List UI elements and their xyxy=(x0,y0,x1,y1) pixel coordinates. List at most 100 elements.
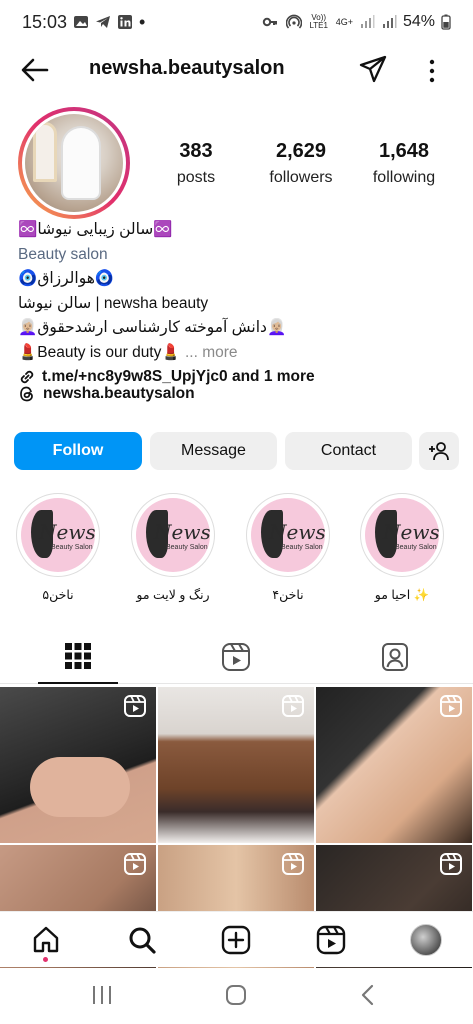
nav-create[interactable] xyxy=(220,924,252,956)
more-vertical-icon[interactable] xyxy=(424,56,440,86)
reel-badge-icon xyxy=(124,695,146,717)
highlight-ring: Newsha Beauty Salon xyxy=(246,493,330,577)
post-thumbnail-3[interactable] xyxy=(316,687,472,843)
bio-more-link[interactable]: ... more xyxy=(185,344,238,361)
profile-header: newsha.beautysalon xyxy=(0,48,473,92)
hotspot-icon xyxy=(285,14,302,29)
followers-count: 2,629 xyxy=(275,140,327,162)
highlight-ring: Newsha Beauty Salon xyxy=(16,493,100,577)
reel-badge-icon xyxy=(440,695,462,717)
status-time: 15:03 xyxy=(22,11,68,32)
reels-icon xyxy=(222,643,250,671)
highlight-brand: Newsha xyxy=(154,520,210,544)
gallery-icon xyxy=(74,16,89,28)
link-icon xyxy=(20,371,34,384)
bio-line-3: 👩🏼‍🦳دانش آموخته کارشناسی ارشدحقوق👩🏼‍🦳 xyxy=(18,319,287,336)
tagged-icon xyxy=(382,643,408,671)
home-icon xyxy=(33,926,59,953)
highlight-brand: Newsha xyxy=(269,520,325,544)
highlight-sub: Beauty Salon xyxy=(281,544,323,551)
profile-bio: ♾️سالن زیبایی نیوشا♾️ Beauty salon 🧿هوال… xyxy=(18,218,458,390)
avatar-figure xyxy=(63,128,99,198)
bio-line-1: 🧿هوالرزاق🧿 xyxy=(18,270,115,287)
highlight-sub: Beauty Salon xyxy=(166,544,208,551)
profile-avatar[interactable] xyxy=(410,924,442,956)
create-icon xyxy=(221,925,251,955)
following-label: following xyxy=(372,169,436,186)
active-tab-indicator xyxy=(38,682,118,684)
key-icon xyxy=(262,17,277,27)
bio-line-4: 💄Beauty is our duty💄 xyxy=(18,343,181,361)
dot-icon: • xyxy=(139,11,146,32)
send-icon[interactable] xyxy=(358,54,388,84)
battery-percent: 54% xyxy=(402,13,435,30)
contact-button[interactable]: Contact xyxy=(285,432,412,470)
highlight-cover: Newsha Beauty Salon xyxy=(365,498,439,572)
posts-label: posts xyxy=(176,169,216,186)
tab-reels[interactable] xyxy=(216,642,256,676)
hand-shape xyxy=(30,757,130,817)
threads-icon xyxy=(20,386,33,402)
highlight-sub: Beauty Salon xyxy=(51,544,93,551)
highlight-label: ناخن۴ xyxy=(272,588,304,602)
highlight-4[interactable]: Newsha Beauty Salon احیا مو ✨ xyxy=(352,493,452,603)
reel-badge-icon xyxy=(282,695,304,717)
threads-handle: newsha.beautysalon xyxy=(43,385,195,402)
highlight-cover: Newsha Beauty Salon xyxy=(136,498,210,572)
profile-actions: Follow Message Contact xyxy=(14,432,460,472)
reel-badge-icon xyxy=(440,853,462,875)
signal-icon xyxy=(360,15,375,28)
suggested-users-button[interactable] xyxy=(419,432,459,470)
stat-followers[interactable]: 2,629 followers xyxy=(262,140,340,187)
bio-line-4-row: 💄Beauty is our duty💄 ... more xyxy=(18,341,458,366)
search-icon xyxy=(129,927,156,954)
linkedin-icon xyxy=(118,15,133,29)
nav-home[interactable] xyxy=(30,924,62,962)
highlight-1[interactable]: Newsha Beauty Salon ناخن۵ xyxy=(8,493,108,602)
highlight-2[interactable]: Newsha Beauty Salon رنگ و لایت مو xyxy=(123,493,223,602)
highlight-ring: Newsha Beauty Salon xyxy=(360,493,444,577)
profile-username: newsha.beautysalon xyxy=(89,57,285,79)
highlight-brand: Newsha xyxy=(39,520,95,544)
recent-apps-icon[interactable] xyxy=(90,984,114,1006)
profile-avatar-frame xyxy=(22,111,126,215)
posts-grid xyxy=(0,687,473,1001)
highlight-label: احیا مو ✨ xyxy=(374,588,430,602)
highlight-cover: Newsha Beauty Salon xyxy=(21,498,95,572)
highlight-label: ناخن۵ xyxy=(42,588,74,602)
threads-badge[interactable]: newsha.beautysalon xyxy=(18,385,195,403)
signal-icon-2 xyxy=(382,15,397,28)
reel-badge-icon xyxy=(124,853,146,875)
highlight-3[interactable]: Newsha Beauty Salon ناخن۴ xyxy=(238,493,338,602)
tab-posts-grid[interactable] xyxy=(58,642,98,676)
battery-icon xyxy=(441,14,451,30)
nav-reels[interactable] xyxy=(315,924,347,956)
system-navigation xyxy=(0,968,473,1024)
notification-dot xyxy=(43,957,48,962)
stat-following[interactable]: 1,648 following xyxy=(364,140,444,187)
profile-avatar-ring[interactable] xyxy=(18,107,130,219)
posts-count: 383 xyxy=(179,140,213,162)
home-button-icon[interactable] xyxy=(224,984,248,1006)
back-arrow-icon[interactable] xyxy=(20,56,50,84)
telegram-icon xyxy=(96,16,111,28)
bio-category: Beauty salon xyxy=(18,245,108,263)
tab-tagged[interactable] xyxy=(375,642,415,676)
network-label: Vo)) LTE1 xyxy=(309,13,328,30)
message-button[interactable]: Message xyxy=(150,432,277,470)
story-highlights: Newsha Beauty Salon ناخن۵ Newsha Beauty … xyxy=(0,493,473,613)
back-button-icon[interactable] xyxy=(358,984,378,1006)
avatar-mirror xyxy=(33,122,57,182)
highlight-label: رنگ و لایت مو xyxy=(136,588,210,602)
follow-button[interactable]: Follow xyxy=(14,432,142,470)
stat-posts[interactable]: 383 posts xyxy=(160,140,232,187)
status-bar: 15:03 • Vo)) LTE1 4G+ 54% xyxy=(0,0,473,44)
highlight-ring: Newsha Beauty Salon xyxy=(131,493,215,577)
reels-icon xyxy=(316,925,346,955)
bio-line-2: سالن نیوشا | newsha beauty xyxy=(18,294,209,312)
highlight-brand: Newsha xyxy=(383,520,439,544)
post-thumbnail-2[interactable] xyxy=(158,687,314,843)
following-count: 1,648 xyxy=(378,140,430,162)
post-thumbnail-1[interactable] xyxy=(0,687,156,843)
nav-search[interactable] xyxy=(126,924,158,956)
